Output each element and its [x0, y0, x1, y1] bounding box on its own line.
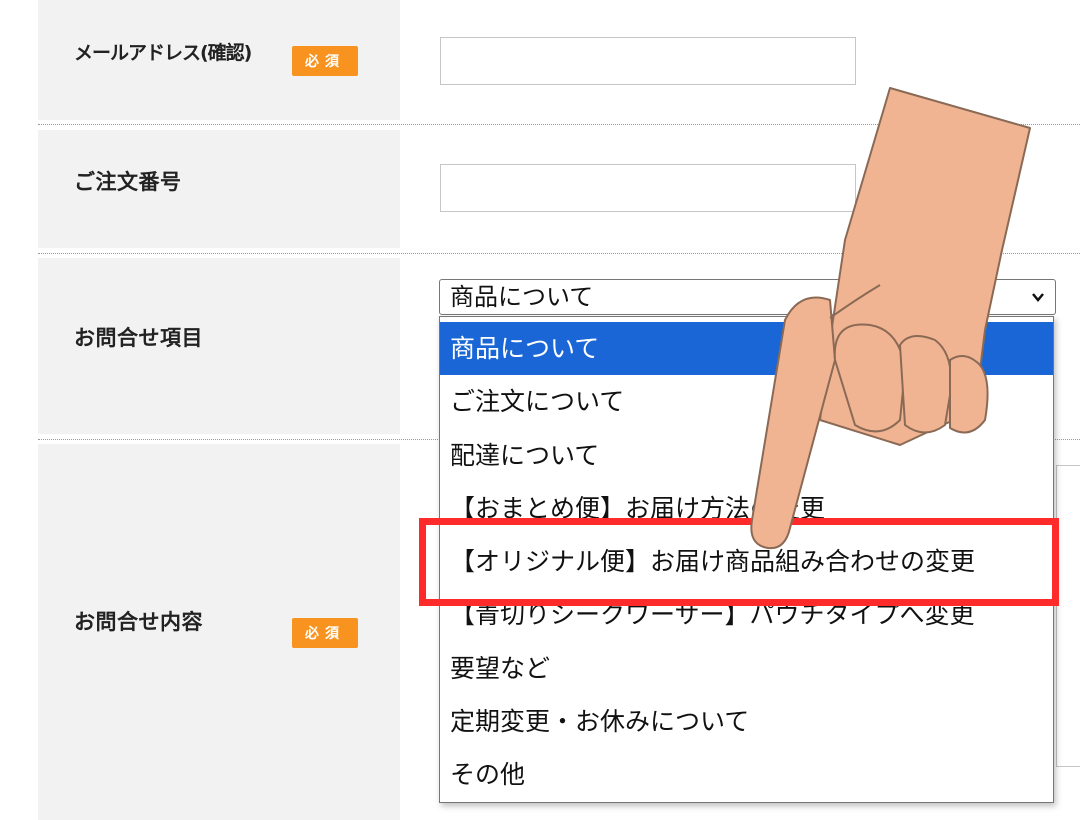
select-value: 商品について [450, 283, 594, 311]
order-number-label: ご注文番号 [74, 170, 182, 194]
dropdown-option[interactable]: 要望など [440, 642, 1053, 695]
dropdown-option[interactable]: その他 [440, 748, 1053, 801]
inquiry-item-label: お問合せ項目 [74, 326, 203, 350]
highlight-box [419, 518, 1059, 606]
email-confirm-input[interactable] [440, 37, 856, 85]
dropdown-option[interactable]: 配達について [440, 429, 1053, 482]
inquiry-content-label: お問合せ内容 [74, 610, 203, 634]
inquiry-content-textarea[interactable] [1056, 465, 1080, 767]
required-badge: 必須 [292, 46, 358, 76]
dropdown-option[interactable]: 商品について [440, 322, 1053, 375]
order-number-input[interactable] [440, 164, 856, 212]
row-divider [38, 253, 1080, 254]
dropdown-option[interactable]: 定期変更・お休みについて [440, 695, 1053, 748]
dropdown-option[interactable]: ご注文について [440, 375, 1053, 428]
required-badge: 必須 [292, 618, 358, 648]
email-confirm-label: メールアドレス(確認) [74, 42, 252, 64]
inquiry-item-select[interactable]: 商品について [439, 279, 1056, 315]
row-divider [38, 124, 1080, 125]
